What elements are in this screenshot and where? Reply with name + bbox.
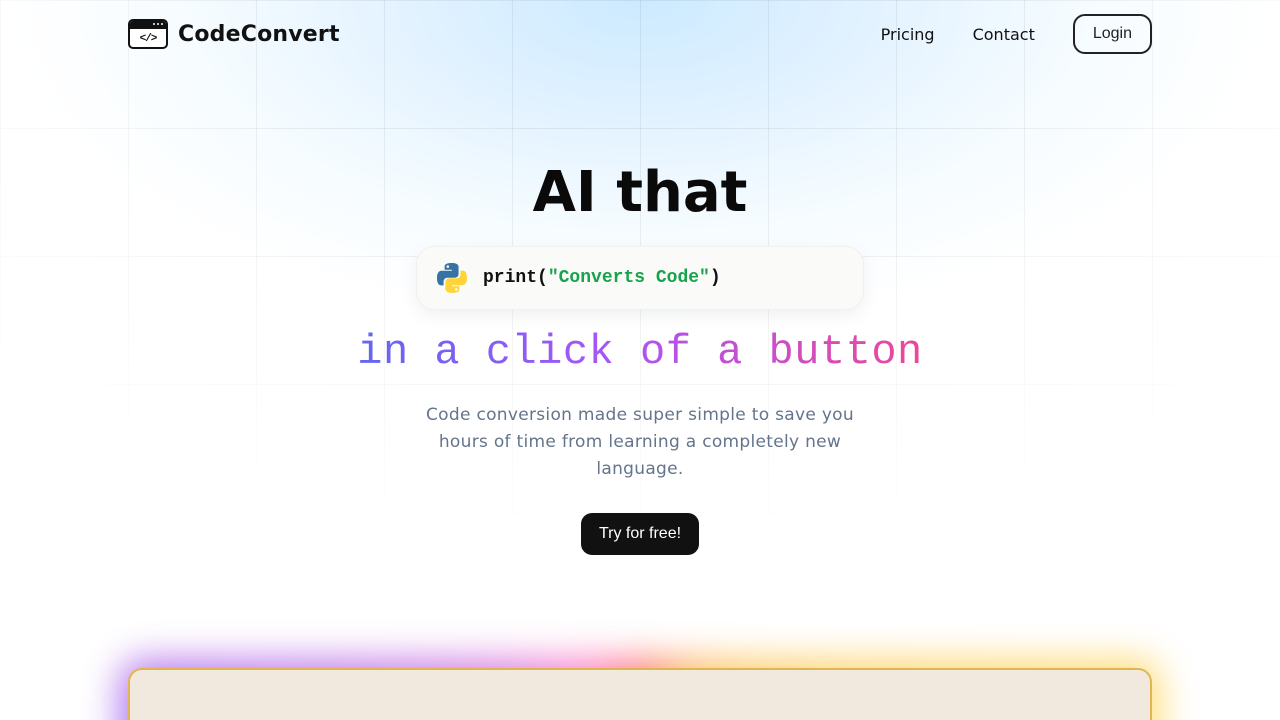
code-string: "Converts Code"	[548, 268, 710, 288]
primary-nav: Pricing Contact Login	[881, 14, 1152, 54]
hero: AI that print("Converts Code") in a clic…	[128, 54, 1152, 555]
hero-title: AI that	[128, 162, 1152, 224]
hero-tagline: in a click of a button	[357, 328, 923, 376]
hero-subtitle: Code conversion made super simple to sav…	[420, 402, 860, 484]
logo-icon: </>	[128, 19, 168, 49]
site-header: </> CodeConvert Pricing Contact Login	[128, 0, 1152, 54]
code-fn: print	[483, 268, 537, 288]
converter-panel-preview	[128, 668, 1152, 720]
python-icon	[437, 263, 467, 293]
code-paren-open: (	[537, 268, 548, 288]
nav-contact[interactable]: Contact	[973, 25, 1035, 44]
converter-panel[interactable]	[128, 668, 1152, 720]
try-free-button[interactable]: Try for free!	[581, 513, 699, 555]
login-button[interactable]: Login	[1073, 14, 1152, 54]
brand-link[interactable]: </> CodeConvert	[128, 19, 340, 49]
code-snippet: print("Converts Code")	[483, 268, 721, 288]
brand-text: CodeConvert	[178, 22, 340, 47]
code-paren-close: )	[710, 268, 721, 288]
nav-pricing[interactable]: Pricing	[881, 25, 935, 44]
code-snippet-card: print("Converts Code")	[416, 246, 864, 310]
